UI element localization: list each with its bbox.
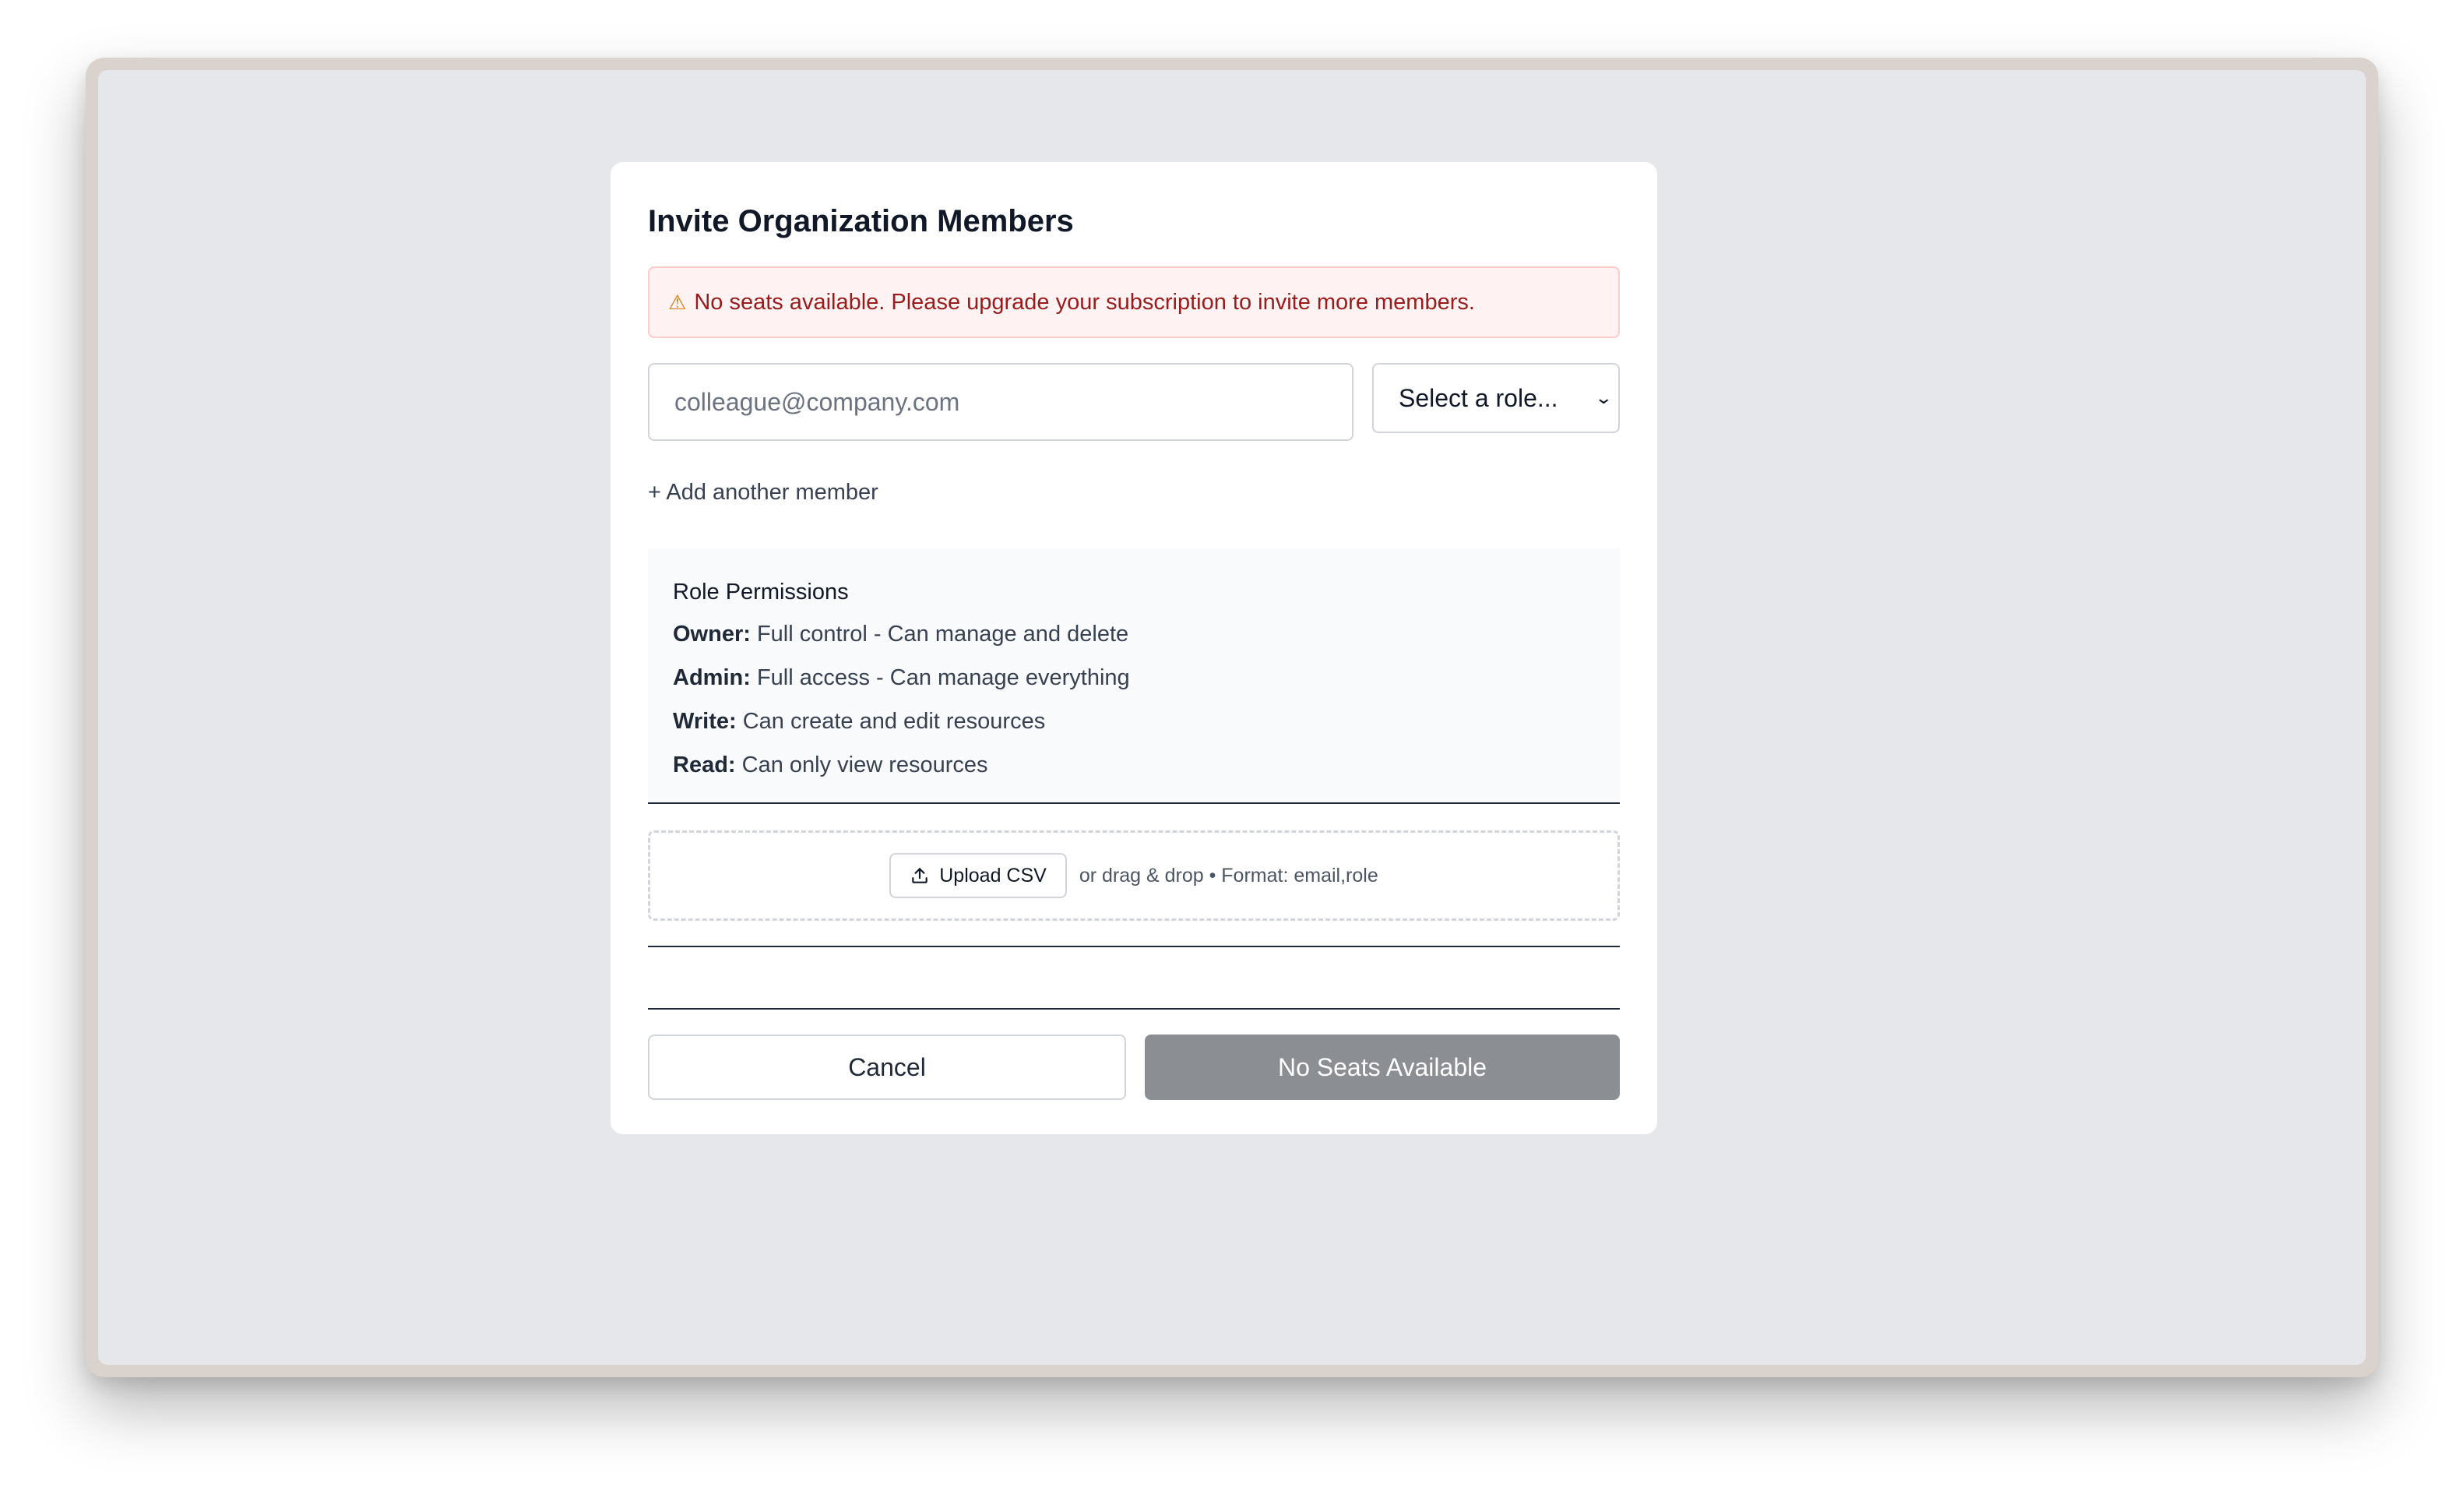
permission-role: Admin: bbox=[673, 665, 751, 690]
permissions-title: Role Permissions bbox=[673, 580, 849, 605]
upload-csv-label: Upload CSV bbox=[939, 864, 1047, 886]
no-seats-alert: ⚠ No seats available. Please upgrade you… bbox=[648, 266, 1620, 338]
warning-icon: ⚠ bbox=[668, 291, 687, 314]
permission-item-write: Write: Can create and edit resources bbox=[673, 700, 1595, 743]
upload-hint: or drag & drop • Format: email,role bbox=[1079, 864, 1378, 886]
divider bbox=[648, 1008, 1620, 1010]
modal-actions: Cancel No Seats Available bbox=[648, 1035, 1620, 1100]
permission-desc: Can create and edit resources bbox=[742, 709, 1046, 734]
member-row: Select a role... ⌄ bbox=[648, 363, 1620, 441]
permission-role: Owner: bbox=[673, 622, 751, 647]
divider bbox=[648, 946, 1620, 947]
submit-button-disabled[interactable]: No Seats Available bbox=[1145, 1035, 1620, 1100]
chevron-down-icon: ⌄ bbox=[1593, 388, 1613, 407]
alert-text: No seats available. Please upgrade your … bbox=[694, 289, 1475, 315]
permission-item-admin: Admin: Full access - Can manage everythi… bbox=[673, 656, 1595, 700]
role-select[interactable]: Select a role... ⌄ bbox=[1372, 363, 1620, 433]
csv-drop-zone[interactable]: Upload CSV or drag & drop • Format: emai… bbox=[648, 830, 1620, 921]
app-window: Invite Organization Members ⚠ No seats a… bbox=[98, 70, 2366, 1365]
permission-desc: Can only view resources bbox=[741, 753, 988, 777]
permission-role: Write: bbox=[673, 709, 737, 734]
modal-title: Invite Organization Members bbox=[648, 204, 1074, 238]
permission-role: Read: bbox=[673, 753, 736, 777]
role-permissions-panel: Role Permissions Owner: Full control - C… bbox=[648, 548, 1620, 804]
role-select-value: Select a role... bbox=[1399, 383, 1558, 412]
permission-item-owner: Owner: Full control - Can manage and del… bbox=[673, 612, 1595, 656]
permission-desc: Full access - Can manage everything bbox=[756, 665, 1130, 690]
permission-desc: Full control - Can manage and delete bbox=[756, 622, 1129, 647]
upload-csv-button[interactable]: Upload CSV bbox=[889, 853, 1067, 898]
email-input[interactable] bbox=[648, 363, 1353, 441]
cancel-button[interactable]: Cancel bbox=[648, 1035, 1126, 1100]
add-member-link[interactable]: + Add another member bbox=[648, 477, 878, 508]
upload-icon bbox=[912, 868, 928, 883]
permission-item-read: Read: Can only view resources bbox=[673, 743, 1595, 787]
invite-members-modal: Invite Organization Members ⚠ No seats a… bbox=[611, 162, 1657, 1134]
